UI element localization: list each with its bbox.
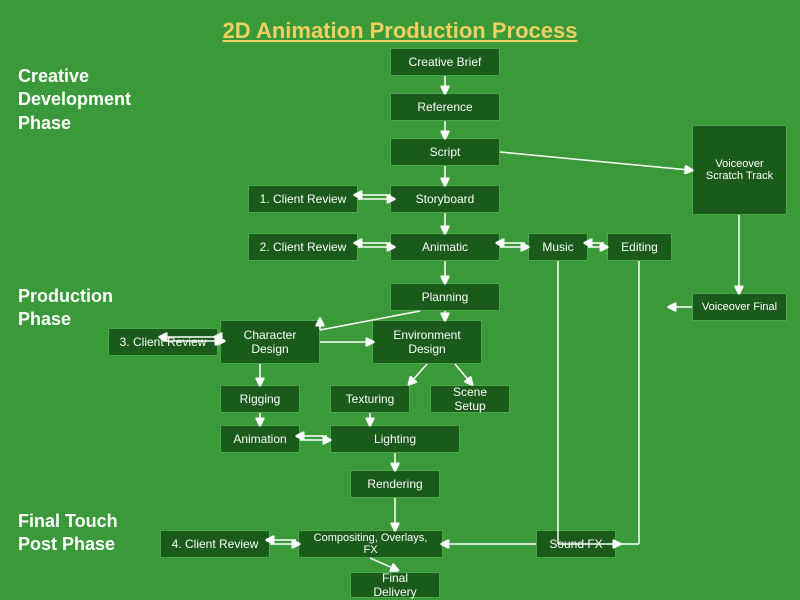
scene-setup-box: Scene Setup — [430, 385, 510, 413]
voiceover-final-box: Voiceover Final — [692, 293, 787, 321]
client-review-1-box: 1. Client Review — [248, 185, 358, 213]
animatic-box: Animatic — [390, 233, 500, 261]
page-title: 2D Animation Production Process — [0, 8, 800, 44]
rendering-box: Rendering — [350, 470, 440, 498]
creative-brief-box: Creative Brief — [390, 48, 500, 76]
reference-box: Reference — [390, 93, 500, 121]
final-delivery-box: Final Delivery — [350, 572, 440, 598]
client-review-2-box: 2. Client Review — [248, 233, 358, 261]
rigging-box: Rigging — [220, 385, 300, 413]
client-review-3-box: 3. Client Review — [108, 328, 218, 356]
production-phase-label: Production Phase — [18, 285, 138, 332]
compositing-box: Compositing, Overlays, FX — [298, 530, 443, 558]
voiceover-scratch-box: Voiceover Scratch Track — [692, 125, 787, 215]
storyboard-box: Storyboard — [390, 185, 500, 213]
planning-box: Planning — [390, 283, 500, 311]
music-box: Music — [528, 233, 588, 261]
sound-fx-box: Sound FX — [536, 530, 616, 558]
animation-box: Animation — [220, 425, 300, 453]
texturing-box: Texturing — [330, 385, 410, 413]
script-box: Script — [390, 138, 500, 166]
creative-phase-label: Creative Development Phase — [18, 65, 138, 135]
editing-box: Editing — [607, 233, 672, 261]
client-review-4-box: 4. Client Review — [160, 530, 270, 558]
character-design-box: Character Design — [220, 320, 320, 364]
final-phase-label: Final Touch Post Phase — [18, 510, 148, 557]
lighting-box: Lighting — [330, 425, 460, 453]
environment-design-box: Environment Design — [372, 320, 482, 364]
